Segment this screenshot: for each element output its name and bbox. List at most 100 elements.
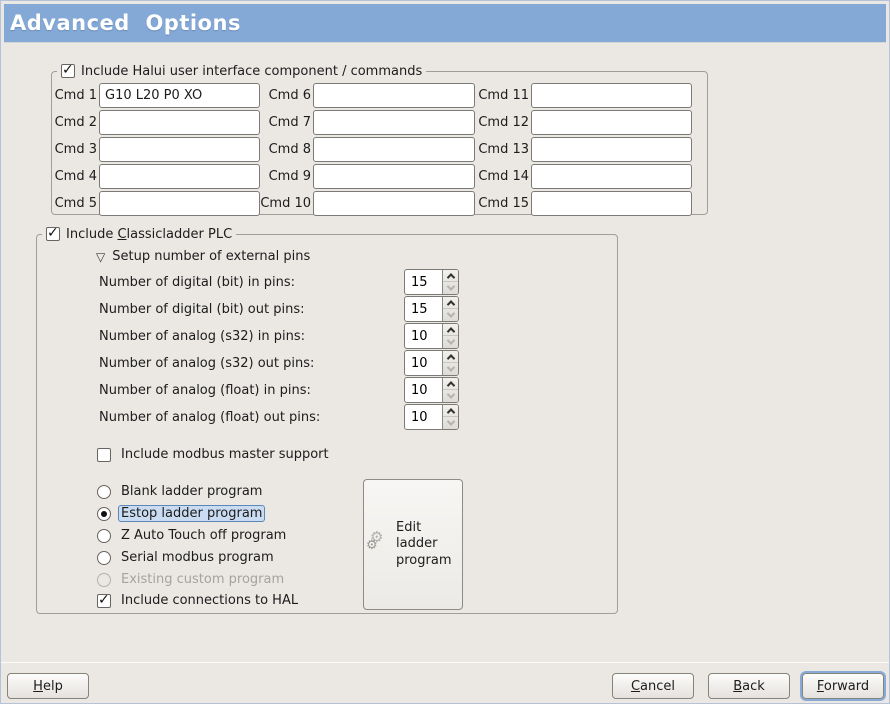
analog-float-out-pins-spinbox[interactable] bbox=[404, 404, 459, 430]
spin-row-label: Number of analog (s32) out pins: bbox=[99, 356, 314, 371]
spin-down-icon[interactable] bbox=[443, 309, 458, 321]
radio-estop-ladder-label: Estop ladder program bbox=[118, 505, 265, 522]
classicladder-frame-legend: Include Classicladder PLC bbox=[42, 226, 236, 242]
spin-up-icon[interactable] bbox=[443, 270, 458, 282]
gears-icon: ⚙⚙ bbox=[368, 530, 392, 560]
spin-input[interactable] bbox=[405, 324, 442, 348]
cmd-input-4[interactable] bbox=[99, 164, 260, 189]
edit-ladder-program-button[interactable]: ⚙⚙ Edit ladder program bbox=[363, 479, 463, 610]
spin-down-icon[interactable] bbox=[443, 390, 458, 402]
cancel-button-label: Cancel bbox=[631, 679, 675, 694]
classicladder-checkbox[interactable] bbox=[46, 227, 60, 241]
analog-float-in-pins-spinbox[interactable] bbox=[404, 377, 459, 403]
radio-existing-custom bbox=[97, 573, 111, 587]
titlebar-divider bbox=[4, 42, 886, 43]
halui-checkbox[interactable] bbox=[61, 64, 75, 78]
spin-up-icon[interactable] bbox=[443, 351, 458, 363]
spin-down-icon[interactable] bbox=[443, 363, 458, 375]
spin-down-icon[interactable] bbox=[443, 336, 458, 348]
expander-label: Setup number of external pins bbox=[112, 249, 310, 264]
cmd-input-6[interactable] bbox=[313, 83, 475, 108]
cmd-input-11[interactable] bbox=[531, 83, 692, 108]
cmd-input-7[interactable] bbox=[313, 110, 475, 135]
cmd-label: Cmd 13 bbox=[471, 137, 529, 162]
spin-row-label: Number of digital (bit) out pins: bbox=[99, 302, 304, 317]
help-button-label: Help bbox=[33, 679, 63, 694]
help-button[interactable]: Help bbox=[7, 673, 89, 699]
radio-serial-modbus[interactable] bbox=[97, 551, 111, 565]
spin-row-label: Number of digital (bit) in pins: bbox=[99, 275, 295, 290]
cmd-input-8[interactable] bbox=[313, 137, 475, 162]
back-button[interactable]: Back bbox=[708, 673, 790, 699]
modbus-master-checkbox-row[interactable]: Include modbus master support bbox=[97, 446, 332, 463]
radio-z-auto-touchoff-row[interactable]: Z Auto Touch off program bbox=[97, 527, 289, 544]
cmd-input-13[interactable] bbox=[531, 137, 692, 162]
edit-ladder-program-label: Edit ladder program bbox=[396, 520, 458, 569]
analog-s32-out-pins-spinbox[interactable] bbox=[404, 350, 459, 376]
spin-up-icon[interactable] bbox=[443, 297, 458, 309]
classicladder-frame-label: Include Classicladder PLC bbox=[66, 227, 232, 242]
spin-up-icon[interactable] bbox=[443, 324, 458, 336]
radio-existing-custom-label: Existing custom program bbox=[118, 571, 287, 588]
window-titlebar: Advanced Options bbox=[4, 4, 886, 42]
analog-s32-in-pins-spinbox[interactable] bbox=[404, 323, 459, 349]
spin-row-label: Number of analog (float) out pins: bbox=[99, 410, 320, 425]
radio-serial-modbus-row[interactable]: Serial modbus program bbox=[97, 549, 277, 566]
cmd-input-3[interactable] bbox=[99, 137, 260, 162]
radio-blank-ladder-row[interactable]: Blank ladder program bbox=[97, 483, 265, 500]
halui-frame-label: Include Halui user interface component /… bbox=[81, 64, 422, 79]
back-button-label: Back bbox=[733, 679, 765, 694]
modbus-master-checkbox[interactable] bbox=[97, 448, 111, 462]
cmd-label: Cmd 1 bbox=[43, 83, 97, 108]
cmd-label: Cmd 3 bbox=[43, 137, 97, 162]
spin-down-icon[interactable] bbox=[443, 282, 458, 294]
spin-row-label: Number of analog (s32) in pins: bbox=[99, 329, 305, 344]
cmd-label: Cmd 14 bbox=[471, 164, 529, 189]
spin-down-icon[interactable] bbox=[443, 417, 458, 429]
cmd-input-12[interactable] bbox=[531, 110, 692, 135]
cmd-label: Cmd 10 bbox=[256, 191, 311, 216]
cmd-input-1[interactable] bbox=[99, 83, 260, 108]
digital-in-pins-spinbox[interactable] bbox=[404, 269, 459, 295]
radio-blank-ladder-label: Blank ladder program bbox=[118, 483, 265, 500]
modbus-master-label: Include modbus master support bbox=[118, 446, 332, 463]
cmd-label: Cmd 2 bbox=[43, 110, 97, 135]
forward-button[interactable]: Forward bbox=[802, 673, 884, 699]
radio-estop-ladder-row[interactable]: Estop ladder program bbox=[97, 505, 265, 522]
footer-divider bbox=[1, 662, 889, 663]
cmd-label: Cmd 7 bbox=[256, 110, 311, 135]
spin-input[interactable] bbox=[405, 405, 442, 429]
radio-existing-custom-row: Existing custom program bbox=[97, 571, 287, 588]
cmd-label: Cmd 15 bbox=[471, 191, 529, 216]
cmd-input-15[interactable] bbox=[531, 191, 692, 216]
page-title: Advanced Options bbox=[4, 11, 241, 35]
cmd-input-10[interactable] bbox=[313, 191, 475, 216]
cmd-input-2[interactable] bbox=[99, 110, 260, 135]
spin-input[interactable] bbox=[405, 270, 442, 294]
hal-connections-checkbox[interactable] bbox=[97, 594, 111, 608]
cmd-label: Cmd 12 bbox=[471, 110, 529, 135]
radio-blank-ladder[interactable] bbox=[97, 485, 111, 499]
cmd-input-9[interactable] bbox=[313, 164, 475, 189]
cmd-label: Cmd 5 bbox=[43, 191, 97, 216]
radio-z-auto-touchoff[interactable] bbox=[97, 529, 111, 543]
external-pins-expander[interactable]: ▽ Setup number of external pins bbox=[96, 249, 310, 264]
spin-up-icon[interactable] bbox=[443, 378, 458, 390]
cmd-label: Cmd 6 bbox=[256, 83, 311, 108]
hal-connections-checkbox-row[interactable]: Include connections to HAL bbox=[97, 592, 301, 609]
radio-estop-ladder[interactable] bbox=[97, 507, 111, 521]
cmd-input-5[interactable] bbox=[99, 191, 260, 216]
digital-out-pins-spinbox[interactable] bbox=[404, 296, 459, 322]
expander-triangle-icon: ▽ bbox=[96, 250, 105, 264]
spin-input[interactable] bbox=[405, 297, 442, 321]
advanced-options-window: Advanced Options Include Halui user inte… bbox=[0, 0, 890, 704]
spin-up-icon[interactable] bbox=[443, 405, 458, 417]
radio-serial-modbus-label: Serial modbus program bbox=[118, 549, 277, 566]
cmd-label: Cmd 11 bbox=[471, 83, 529, 108]
forward-button-label: Forward bbox=[817, 679, 869, 694]
cancel-button[interactable]: Cancel bbox=[612, 673, 694, 699]
cmd-label: Cmd 8 bbox=[256, 137, 311, 162]
spin-input[interactable] bbox=[405, 351, 442, 375]
cmd-input-14[interactable] bbox=[531, 164, 692, 189]
spin-input[interactable] bbox=[405, 378, 442, 402]
